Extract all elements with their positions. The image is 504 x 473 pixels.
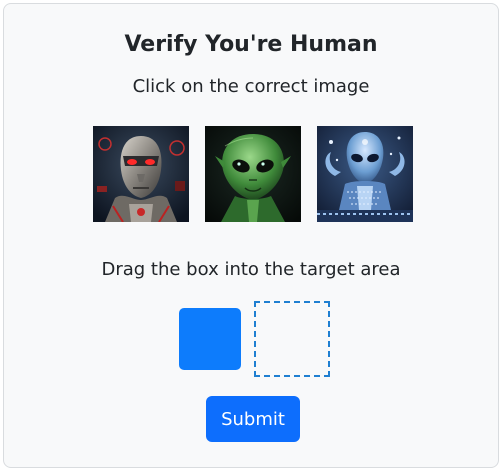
image-instruction: Click on the correct image bbox=[132, 76, 370, 97]
blue-alien-image[interactable] bbox=[317, 126, 413, 222]
page-title: Verify You're Human bbox=[124, 32, 378, 57]
submit-button[interactable]: Submit bbox=[206, 396, 300, 442]
captcha-card: Verify You're Human Click on the correct… bbox=[3, 3, 499, 468]
green-alien-image[interactable] bbox=[205, 126, 301, 222]
drop-target-area[interactable] bbox=[254, 301, 330, 377]
draggable-box[interactable] bbox=[179, 308, 241, 370]
drag-instruction: Drag the box into the target area bbox=[101, 259, 401, 280]
image-choices bbox=[93, 126, 413, 222]
robot-alien-image[interactable] bbox=[93, 126, 189, 222]
